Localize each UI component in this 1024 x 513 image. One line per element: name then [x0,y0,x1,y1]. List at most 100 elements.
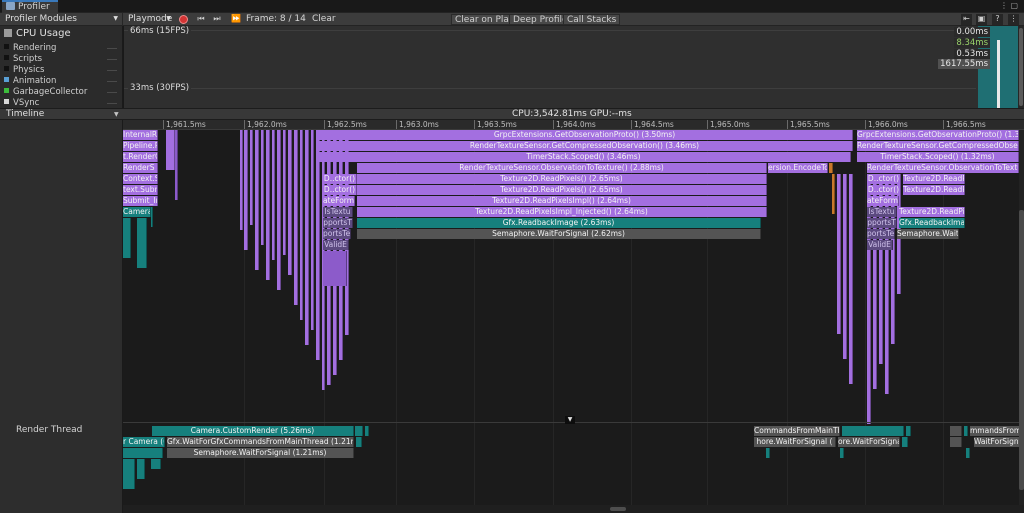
sample-bar[interactable]: t.RenderC [123,152,158,162]
last-frame-button[interactable]: ⏩ [228,14,244,25]
sample-bar[interactable]: GrpcExtensions.GetObservationProto() (1.… [857,130,1019,140]
sample-bar[interactable]: D..ctor() [323,185,357,195]
sample-bar[interactable] [849,174,853,384]
sample-bar[interactable] [842,426,904,436]
sample-bar[interactable] [277,130,281,290]
sample-bar[interactable]: Pipeline.Re [123,141,158,151]
sample-bar[interactable]: WaitForSignal [974,437,1024,447]
record-button[interactable] [176,14,190,25]
window-menu-icon[interactable]: ⋮ ▢ [1000,1,1020,11]
sample-bar[interactable]: TimerStack.Scoped() (3.46ms) [317,152,851,162]
sample-bar[interactable] [294,130,298,305]
sample-bar[interactable] [837,174,841,334]
sample-bar[interactable] [244,130,248,250]
sample-bar[interactable] [365,426,369,436]
sample-bar[interactable]: Semaphore.WaitForSignal (1.21ms) [167,448,354,458]
sample-bar[interactable] [240,130,243,230]
sample-bar[interactable]: Texture2D.ReadPixels() (2.65ms) [357,185,767,195]
sample-bar[interactable] [311,130,314,330]
sample-bar[interactable] [355,426,363,436]
sample-bar[interactable]: ersion.EncodeToPNG [768,163,828,173]
sample-bar[interactable] [832,174,835,214]
graph-scrollbar[interactable] [1018,26,1024,108]
legend-animation[interactable]: Animation [4,76,119,87]
sample-bar[interactable]: ore.WaitForSignal [838,437,900,447]
sample-bar[interactable] [323,251,347,286]
sample-bar[interactable] [305,130,309,345]
sample-bar[interactable]: Gfx.WaitForGfxCommandsFromMainThread (1.… [167,437,354,447]
sample-bar[interactable] [261,130,264,245]
sample-bar[interactable]: Semaphore.WaitForSignal [897,229,959,239]
sample-bar[interactable]: D..ctor() [867,185,901,195]
sample-bar[interactable] [902,437,908,447]
clear-button[interactable]: Clear [308,14,340,25]
sample-bar[interactable] [829,163,833,173]
sample-bar[interactable]: ValidE [323,240,349,250]
legend-garbage-collector[interactable]: GarbageCollector [4,87,119,98]
sample-bar[interactable]: ValidE [867,240,893,250]
sample-bar[interactable]: hore.WaitForSignal ( [754,437,836,447]
sample-bar[interactable] [964,426,968,436]
sample-bar[interactable]: ateForm [867,196,899,206]
save-icon[interactable]: ▣ [976,14,987,25]
call-stacks-button[interactable]: Call Stacks [563,14,621,25]
chevron-down-icon[interactable]: ▼ [114,109,119,120]
timeline-horizontal-scrollbar[interactable] [123,505,1024,513]
sample-bar[interactable] [288,130,292,275]
sample-bar[interactable] [266,130,270,280]
sample-bar[interactable] [123,459,135,489]
sample-bar[interactable]: RenderTextureSensor.GetCompressedObserva… [317,141,853,151]
sample-bar[interactable] [766,448,770,458]
sample-bar[interactable]: GrpcExtensions.GetObservationProto() (3.… [317,130,853,140]
sample-bar[interactable]: Camera.CustomRender (5.26ms) [152,426,354,436]
sample-bar[interactable]: IsTextu [867,207,897,217]
view-dropdown[interactable]: Timeline [6,109,44,120]
sample-bar[interactable] [906,426,911,436]
legend-rendering[interactable]: Rendering [4,43,119,54]
sample-bar[interactable]: pportsT [867,218,897,228]
sample-bar[interactable]: Texture2D.ReadPixels() (2.65ms) [357,174,767,184]
sample-bar[interactable] [300,130,303,320]
sample-bar[interactable] [151,207,153,227]
sample-bar[interactable] [840,448,844,458]
scrollbar-thumb[interactable] [1019,210,1024,490]
sample-bar[interactable]: Submit_In [123,196,158,206]
sample-bar[interactable]: Gfx.ReadbackImage (0. [899,218,965,228]
load-icon[interactable]: ⇤ [961,14,972,25]
sample-bar[interactable] [123,218,131,258]
sample-bar[interactable] [137,459,145,479]
sample-bar[interactable]: Context.S [123,174,158,184]
sample-bar[interactable]: mmandsFromMain [970,426,1024,436]
sample-bar[interactable]: portsTex [323,229,351,239]
sample-bar[interactable] [250,130,253,225]
sample-bar[interactable] [255,130,259,270]
scrollbar-thumb[interactable] [1019,28,1023,106]
help-icon[interactable]: ? [992,14,1003,25]
sample-bar[interactable] [843,174,847,359]
sample-bar[interactable]: Texture2D.ReadPixels() (1. [903,185,965,195]
sample-bar[interactable] [175,130,178,200]
sample-bar[interactable] [123,448,163,458]
sample-bar[interactable]: D..ctor() [323,174,357,184]
sample-bar[interactable] [950,437,962,447]
timeline-vertical-scrollbar[interactable] [1019,130,1024,505]
sample-bar[interactable]: portsTex [867,229,895,239]
cpu-usage-module[interactable]: CPU Usage Rendering Scripts Physics Anim… [0,26,123,108]
sample-bar[interactable] [966,448,970,458]
profiler-tab[interactable]: Profiler [2,0,58,13]
collapse-arrow-icon[interactable]: ▼ [565,416,575,424]
sample-bar[interactable]: Texture2D.ReadPixelsImpl_Injected() (2.6… [357,207,767,217]
sample-bar[interactable]: IsTextu [323,207,353,217]
sample-bar[interactable] [137,218,147,268]
sample-bar[interactable]: RenderTextureSensor.GetCompressedObserva… [857,141,1019,151]
sample-bar[interactable]: pportsT [323,218,353,228]
sample-bar[interactable]: Gfx.ReadbackImage (2.63ms) [357,218,761,228]
first-frame-button[interactable]: ⏮ [194,14,208,25]
sample-bar[interactable]: r Camera (0 [123,437,165,447]
next-frame-button[interactable]: ⏭ [210,14,224,25]
scrollbar-thumb[interactable] [610,507,626,511]
sample-bar[interactable]: TimerStack.Scoped() (1.32ms) [857,152,1019,162]
sample-bar[interactable] [356,437,362,447]
sample-bar[interactable] [272,130,275,260]
sample-bar[interactable]: RenderTextureSensor.ObservationToTexture… [357,163,767,173]
